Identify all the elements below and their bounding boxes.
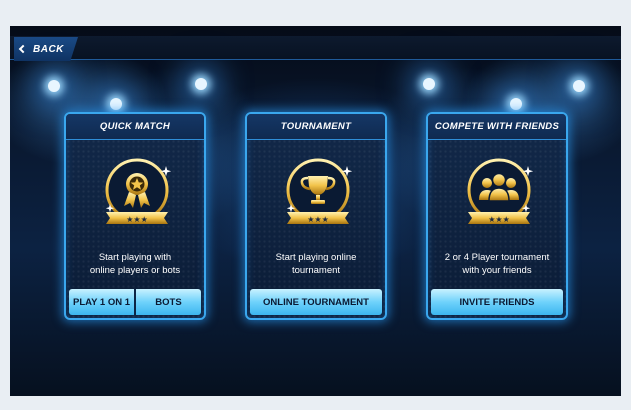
- card-description: 2 or 4 Player tournament with your frien…: [444, 252, 550, 276]
- stadium-light: [510, 98, 522, 110]
- online-tournament-button[interactable]: ONLINE TOURNAMENT: [250, 289, 382, 315]
- compete-with-friends-card: COMPETE WITH FRIENDS ★★★ 2 or 4 Player t…: [426, 112, 568, 320]
- card-title: TOURNAMENT: [247, 114, 385, 140]
- chevron-left-icon: [18, 44, 28, 54]
- svg-text:★★★: ★★★: [307, 215, 329, 224]
- stadium-light: [110, 98, 122, 110]
- card-title: QUICK MATCH: [66, 114, 204, 140]
- medal-star-icon: ★★★: [100, 152, 174, 238]
- trophy-icon: ★★★: [281, 152, 355, 238]
- invite-friends-button[interactable]: INVITE FRIENDS: [431, 289, 563, 315]
- play-1-on-1-button[interactable]: PLAY 1 ON 1: [69, 289, 134, 315]
- group-of-friends-icon: ★★★: [462, 152, 536, 238]
- back-label: BACK: [33, 43, 64, 55]
- bots-button[interactable]: BOTS: [134, 289, 201, 315]
- stadium-light: [573, 80, 585, 92]
- stadium-light: [195, 78, 207, 90]
- card-description: Start playing with online players or bot…: [89, 252, 181, 276]
- svg-text:★★★: ★★★: [488, 215, 510, 224]
- stadium-light: [48, 80, 60, 92]
- stadium-light: [423, 78, 435, 90]
- card-title: COMPETE WITH FRIENDS: [428, 114, 566, 140]
- card-description: Start playing online tournament: [275, 252, 357, 276]
- svg-text:★★★: ★★★: [126, 215, 148, 224]
- quick-match-card: QUICK MATCH ★★★ Start playing with onlin…: [64, 112, 206, 320]
- top-bar: [10, 36, 621, 60]
- tournament-card: TOURNAMENT ★★★ Start playing online tour…: [245, 112, 387, 320]
- back-button[interactable]: BACK: [14, 37, 78, 61]
